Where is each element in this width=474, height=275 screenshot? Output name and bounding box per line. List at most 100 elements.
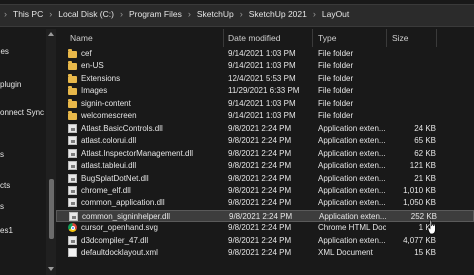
file-row[interactable]: Images 11/29/2021 6:33 PM File folder (56, 85, 474, 97)
file-name: en-US (81, 61, 104, 71)
column-size[interactable]: Size (392, 33, 409, 43)
file-size: 1,050 KB (403, 198, 436, 208)
file-name: welcomescreen (81, 111, 137, 121)
dll-icon (68, 198, 77, 208)
file-type: Application exten... (318, 198, 386, 208)
file-name: Atlast.BasicControls.dll (81, 123, 163, 133)
file-row[interactable]: cef 9/14/2021 1:03 PM File folder (56, 48, 474, 60)
file-size: 21 KB (414, 173, 436, 183)
file-type: File folder (318, 61, 354, 71)
nav-item[interactable]: cts (0, 181, 10, 190)
file-date: 9/14/2021 1:03 PM (228, 61, 296, 71)
chrome-icon (68, 223, 77, 233)
file-name: atlast.colorui.dll (81, 136, 137, 146)
folder-icon (68, 73, 77, 83)
file-row[interactable]: signin-content 9/14/2021 1:03 PM File fold… (56, 98, 474, 110)
file-row[interactable]: atlast.tableui.dll 9/8/2021 2:24 PM Applic… (56, 160, 474, 172)
file-date: 9/8/2021 2:24 PM (228, 185, 292, 195)
nav-item[interactable]: es1 (0, 226, 13, 235)
address-box[interactable]: › This PC › Local Disk (C:) › Program Fi… (0, 4, 474, 27)
chevron-right-icon[interactable]: › (188, 9, 191, 19)
file-list: Name Date modified Type Size cef 9/14/202… (56, 29, 474, 275)
file-name: chrome_elf.dll (81, 185, 131, 195)
file-type: Application exten... (318, 136, 386, 146)
column-divider[interactable] (223, 29, 224, 47)
nav-item[interactable]: onnect Sync (0, 108, 44, 117)
column-type[interactable]: Type (318, 33, 336, 43)
nav-scrollbar[interactable] (46, 29, 56, 275)
file-row[interactable]: BugSplatDotNet.dll 9/8/2021 2:24 PM Applic… (56, 173, 474, 185)
file-date: 9/8/2021 2:24 PM (228, 198, 292, 208)
chevron-right-icon[interactable]: › (120, 9, 123, 19)
scroll-down-icon[interactable] (48, 267, 54, 271)
file-type: Application exten... (318, 173, 386, 183)
dll-icon (69, 211, 78, 221)
file-type: Application exten... (319, 211, 387, 221)
dll-icon (68, 148, 77, 158)
chevron-right-icon[interactable]: › (313, 9, 316, 19)
file-name: Atlast.InspectorManagement.dll (81, 148, 194, 158)
file-row[interactable]: common_application.dll 9/8/2021 2:24 PM Ap… (56, 197, 474, 209)
file-row[interactable]: en-US 9/14/2021 1:03 PM File folder (56, 60, 474, 72)
nav-item[interactable]: plugin (0, 80, 21, 89)
file-date: 9/8/2021 2:24 PM (228, 123, 292, 133)
scroll-up-icon[interactable] (48, 32, 54, 36)
chevron-right-icon[interactable]: › (49, 9, 52, 19)
column-divider[interactable] (312, 29, 313, 47)
file-size: 65 KB (414, 136, 436, 146)
breadcrumb-sketchup[interactable]: SketchUp (197, 9, 234, 19)
file-size: 121 KB (409, 161, 436, 171)
column-name[interactable]: Name (70, 33, 93, 43)
file-row[interactable]: atlast.colorui.dll 9/8/2021 2:24 PM Applic… (56, 135, 474, 147)
file-row-selected[interactable]: common_signinhelper.dll 9/8/2021 2:24 PM A… (56, 209, 474, 223)
scrollbar-thumb[interactable] (49, 179, 54, 239)
dll-icon (68, 173, 77, 183)
file-type: Application exten... (318, 185, 386, 195)
file-row[interactable]: defaultdocklayout.xml 9/8/2021 2:24 PM XML… (56, 247, 474, 259)
column-date[interactable]: Date modified (228, 33, 280, 43)
address-bar: › This PC › Local Disk (C:) › Program Fi… (0, 0, 474, 29)
file-row[interactable]: cursor_openhand.svg 9/8/2021 2:24 PM Chrom… (56, 222, 474, 234)
breadcrumb-sketchup-2021[interactable]: SketchUp 2021 (249, 9, 307, 19)
breadcrumb-this-pc[interactable]: This PC (13, 9, 43, 19)
file-row[interactable]: Atlast.BasicControls.dll 9/8/2021 2:24 PM… (56, 123, 474, 135)
folder-icon (68, 49, 77, 58)
file-row[interactable]: d3dcompiler_47.dll 9/8/2021 2:24 PM Applic… (56, 235, 474, 247)
file-type: File folder (318, 49, 354, 58)
breadcrumb-local-disk[interactable]: Local Disk (C:) (58, 9, 114, 19)
nav-item[interactable]: nes (0, 47, 9, 56)
file-date: 9/14/2021 1:03 PM (228, 49, 296, 58)
file-name: atlast.tableui.dll (81, 161, 137, 171)
file-date: 9/8/2021 2:24 PM (228, 161, 292, 171)
nav-item[interactable]: s (0, 150, 4, 159)
file-row[interactable]: welcomescreen 9/14/2021 1:03 PM File folde… (56, 110, 474, 122)
dll-icon (68, 123, 77, 133)
file-type: File folder (318, 111, 354, 121)
file-size: 15 KB (414, 248, 436, 258)
folder-icon (68, 61, 77, 71)
chevron-right-icon[interactable]: › (240, 9, 243, 19)
dll-icon (68, 235, 77, 245)
file-date: 11/29/2021 6:33 PM (228, 86, 300, 96)
breadcrumb: › This PC › Local Disk (C:) › Program Fi… (4, 9, 349, 19)
column-divider[interactable] (386, 29, 387, 47)
dll-icon (68, 136, 77, 146)
file-row[interactable]: Extensions 12/4/2021 5:53 PM File folder (56, 73, 474, 85)
dll-icon (68, 161, 77, 171)
file-type: Application exten... (318, 123, 386, 133)
file-name: BugSplatDotNet.dll (81, 173, 149, 183)
file-date: 9/8/2021 2:24 PM (228, 223, 292, 233)
file-date: 9/8/2021 2:24 PM (228, 248, 292, 258)
breadcrumb-program-files[interactable]: Program Files (129, 9, 182, 19)
file-row[interactable]: Atlast.InspectorManagement.dll 9/8/2021 2… (56, 148, 474, 160)
file-size: 4,077 KB (403, 235, 436, 245)
column-divider[interactable] (436, 29, 437, 47)
nav-item[interactable]: s (0, 202, 4, 211)
file-name: Images (81, 86, 108, 96)
breadcrumb-layout[interactable]: LayOut (322, 9, 349, 19)
file-type: File folder (318, 98, 354, 108)
chevron-right-icon[interactable]: › (4, 9, 7, 19)
file-row[interactable]: chrome_elf.dll 9/8/2021 2:24 PM Applicatio… (56, 185, 474, 197)
xml-icon (68, 248, 77, 258)
file-size: 1,010 KB (403, 185, 436, 195)
